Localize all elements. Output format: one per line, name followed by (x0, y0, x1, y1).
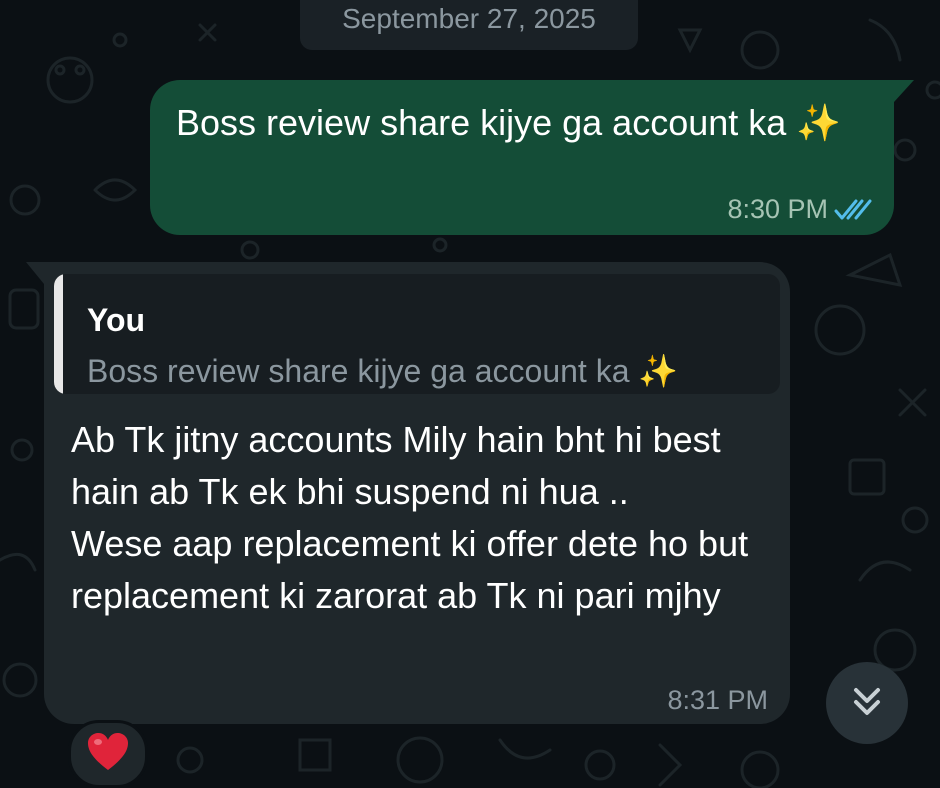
message-text: Boss review share kijye ga account ka ✨ (176, 102, 842, 143)
message-text: Ab Tk jitny accounts Mily hain bht hi be… (71, 419, 749, 616)
bubble-tail (26, 262, 44, 284)
red-heart-icon (86, 732, 130, 777)
reaction-badge[interactable] (68, 720, 148, 788)
outgoing-message-bubble[interactable]: Boss review share kijye ga account ka ✨ … (150, 80, 914, 235)
scroll-to-bottom-button[interactable] (826, 662, 908, 744)
message-meta: 8:30 PM (727, 194, 872, 225)
quote-bar (54, 274, 63, 394)
double-check-read-icon (834, 198, 872, 222)
bubble-tail (894, 80, 914, 102)
double-chevron-down-icon (850, 684, 884, 723)
quoted-reply[interactable]: You Boss review share kijye ga account k… (54, 274, 780, 394)
message-time: 8:30 PM (727, 194, 828, 224)
message-time: 8:31 PM (667, 685, 768, 715)
quoted-author: You (87, 302, 146, 338)
incoming-message-bubble[interactable]: You Boss review share kijye ga account k… (26, 262, 790, 724)
quoted-text: Boss review share kijye ga account ka ✨ (87, 353, 679, 389)
date-separator: September 27, 2025 (300, 0, 638, 50)
